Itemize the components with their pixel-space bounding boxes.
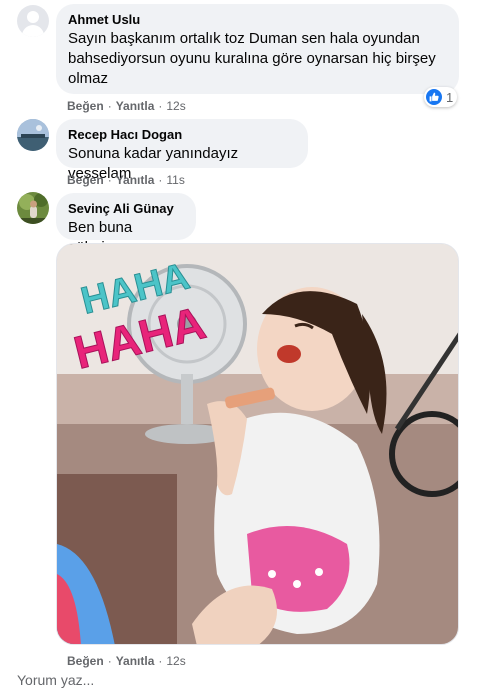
default-avatar-body	[22, 25, 44, 37]
comment-line: bahsediyorsun oyunu kuralına göre oynars…	[68, 50, 436, 67]
comment-bubble: Recep Hacı Dogan Sonuna kadar yanındayız…	[56, 119, 308, 182]
reply-button[interactable]: Yanıtla	[116, 173, 155, 187]
avatar[interactable]	[17, 192, 49, 224]
comment-line: olmaz	[68, 70, 109, 87]
separator-dot: ·	[107, 99, 112, 113]
comment-actions: Beğen · Yanıtla · 12s	[67, 98, 186, 114]
write-comment-input[interactable]: Yorum yaz...	[17, 672, 94, 688]
comment-timestamp[interactable]: 11s	[166, 173, 184, 187]
reaction-count-pill[interactable]: 1	[424, 87, 458, 107]
gif-attachment[interactable]: HAHA HAHA	[56, 243, 459, 645]
comment-actions: Beğen · Yanıtla · 11s	[67, 172, 185, 188]
like-button[interactable]: Beğen	[67, 99, 104, 113]
comment-bubble: Ahmet Uslu Sayın başkanım ortalık toz Du…	[56, 4, 459, 94]
comment-text: Sayın başkanım ortalık toz Duman sen hal…	[68, 29, 447, 89]
separator-dot: ·	[158, 654, 163, 668]
like-button[interactable]: Beğen	[67, 654, 104, 668]
comment-timestamp[interactable]: 12s	[166, 99, 185, 113]
reaction-count: 1	[446, 89, 454, 105]
separator-dot: ·	[158, 99, 163, 113]
separator-dot: ·	[107, 654, 112, 668]
comment-author[interactable]: Recep Hacı Dogan	[68, 127, 296, 143]
avatar[interactable]	[17, 119, 49, 151]
gif-image: HAHA HAHA	[57, 244, 458, 644]
avatar[interactable]	[17, 5, 49, 37]
comment-bubble: Sevinç Ali Günay Ben buna gülerim	[56, 193, 196, 256]
avatar-photo	[17, 119, 49, 151]
reply-button[interactable]: Yanıtla	[116, 654, 155, 668]
comment-line: Sayın başkanım ortalık toz Duman sen hal…	[68, 30, 420, 47]
separator-dot: ·	[107, 173, 112, 187]
comment-actions: Beğen · Yanıtla · 12s	[67, 653, 186, 669]
comment-author[interactable]: Sevinç Ali Günay	[68, 201, 184, 217]
like-button[interactable]: Beğen	[67, 173, 104, 187]
default-avatar-head	[27, 11, 39, 23]
reply-button[interactable]: Yanıtla	[116, 99, 155, 113]
like-reaction-icon	[426, 89, 442, 105]
separator-dot: ·	[158, 173, 163, 187]
avatar-photo	[17, 192, 49, 224]
comment-timestamp[interactable]: 12s	[166, 654, 185, 668]
comment-author[interactable]: Ahmet Uslu	[68, 12, 447, 28]
